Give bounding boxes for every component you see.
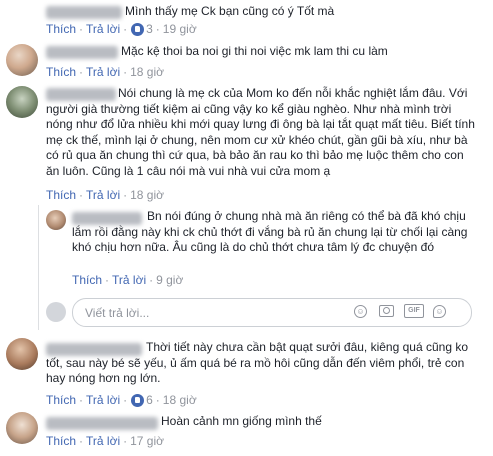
like-reaction-icon — [131, 22, 145, 36]
avatar[interactable] — [6, 44, 38, 76]
sticker-icon[interactable]: ☺ — [433, 305, 446, 318]
reply-link[interactable]: Trả lời — [86, 393, 120, 407]
like-reaction-icon — [131, 393, 145, 407]
comment-text: Nói chung là mẹ ck của Mom ko đến nỗi kh… — [46, 86, 475, 178]
commenter-name[interactable] — [46, 417, 158, 430]
like-link[interactable]: Thích — [72, 273, 102, 287]
comment-text: Thời tiết này chưa cần bật quạt sưởi đâu… — [46, 340, 468, 385]
comment-actions: Thích · Trả lời · 3 · 19 giờ — [46, 22, 197, 36]
avatar[interactable] — [6, 86, 38, 118]
reply-input-placeholder: Viết trả lời... — [85, 306, 150, 320]
comment-actions: Thích · Trả lời · 18 giờ — [46, 188, 164, 202]
emoji-icon[interactable]: ☺ — [354, 305, 367, 318]
commenter-name[interactable] — [46, 6, 122, 19]
reply-thread-line — [38, 205, 39, 330]
timestamp[interactable]: 19 giờ — [163, 22, 197, 36]
reply-link[interactable]: Trả lời — [86, 22, 120, 36]
like-link[interactable]: Thích — [46, 188, 76, 202]
timestamp[interactable]: 9 giờ — [156, 273, 183, 287]
timestamp[interactable]: 18 giờ — [130, 188, 164, 202]
reply-link[interactable]: Trả lời — [86, 434, 120, 448]
like-link[interactable]: Thích — [46, 22, 76, 36]
comment-text: Mình thấy mẹ Ck bạn cũng có ý Tốt mà — [125, 4, 335, 18]
avatar[interactable] — [46, 210, 66, 230]
reply-link[interactable]: Trả lời — [112, 273, 146, 287]
like-link[interactable]: Thích — [46, 393, 76, 407]
comment-1: Mình thấy mẹ Ck bạn cũng có ý Tốt mà Thí… — [0, 0, 493, 38]
comment-actions: Thích · Trả lời · 9 giờ — [72, 273, 184, 287]
timestamp[interactable]: 18 giờ — [163, 393, 197, 407]
reply-link[interactable]: Trả lời — [86, 188, 120, 202]
camera-icon[interactable] — [379, 305, 394, 317]
comment-text: Bn nói đúng ở chung nhà mà ăn riêng có t… — [72, 209, 468, 254]
reply-link[interactable]: Trả lời — [86, 65, 120, 79]
avatar — [46, 302, 66, 322]
like-count[interactable]: 6 — [146, 393, 153, 407]
timestamp[interactable]: 18 giờ — [130, 65, 164, 79]
comment-actions: Thích · Trả lời · 18 giờ — [46, 65, 164, 79]
avatar[interactable] — [6, 412, 38, 444]
like-link[interactable]: Thích — [46, 65, 76, 79]
comment-actions: Thích · Trả lời · 17 giờ — [46, 434, 164, 448]
reply-input[interactable]: Viết trả lời... ☺ GIF ☺ — [72, 298, 472, 327]
timestamp[interactable]: 17 giờ — [130, 434, 164, 448]
like-count[interactable]: 3 — [146, 22, 153, 36]
comment-actions: Thích · Trả lời · 6 · 18 giờ — [46, 393, 197, 407]
comment-text: Hoàn cảnh mn giống mình thế — [161, 414, 322, 428]
commenter-name[interactable] — [46, 46, 118, 59]
like-link[interactable]: Thích — [46, 434, 76, 448]
gif-icon[interactable]: GIF — [404, 304, 424, 318]
avatar[interactable] — [6, 338, 38, 370]
comment-text: Mặc kệ thoi ba noi gi thi noi việc mk la… — [121, 44, 388, 58]
